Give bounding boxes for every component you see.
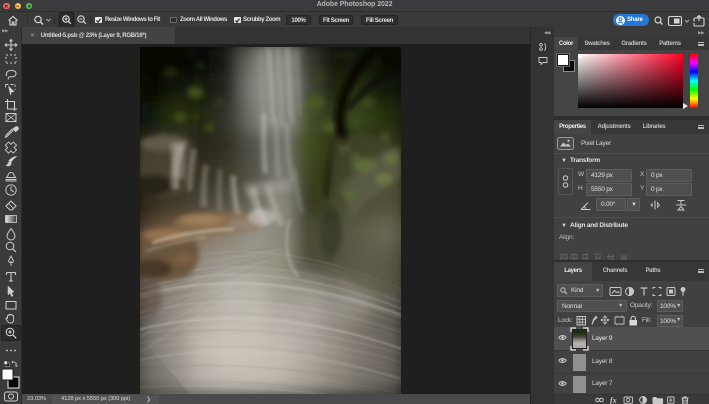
svg-text:fx: fx <box>610 396 617 404</box>
